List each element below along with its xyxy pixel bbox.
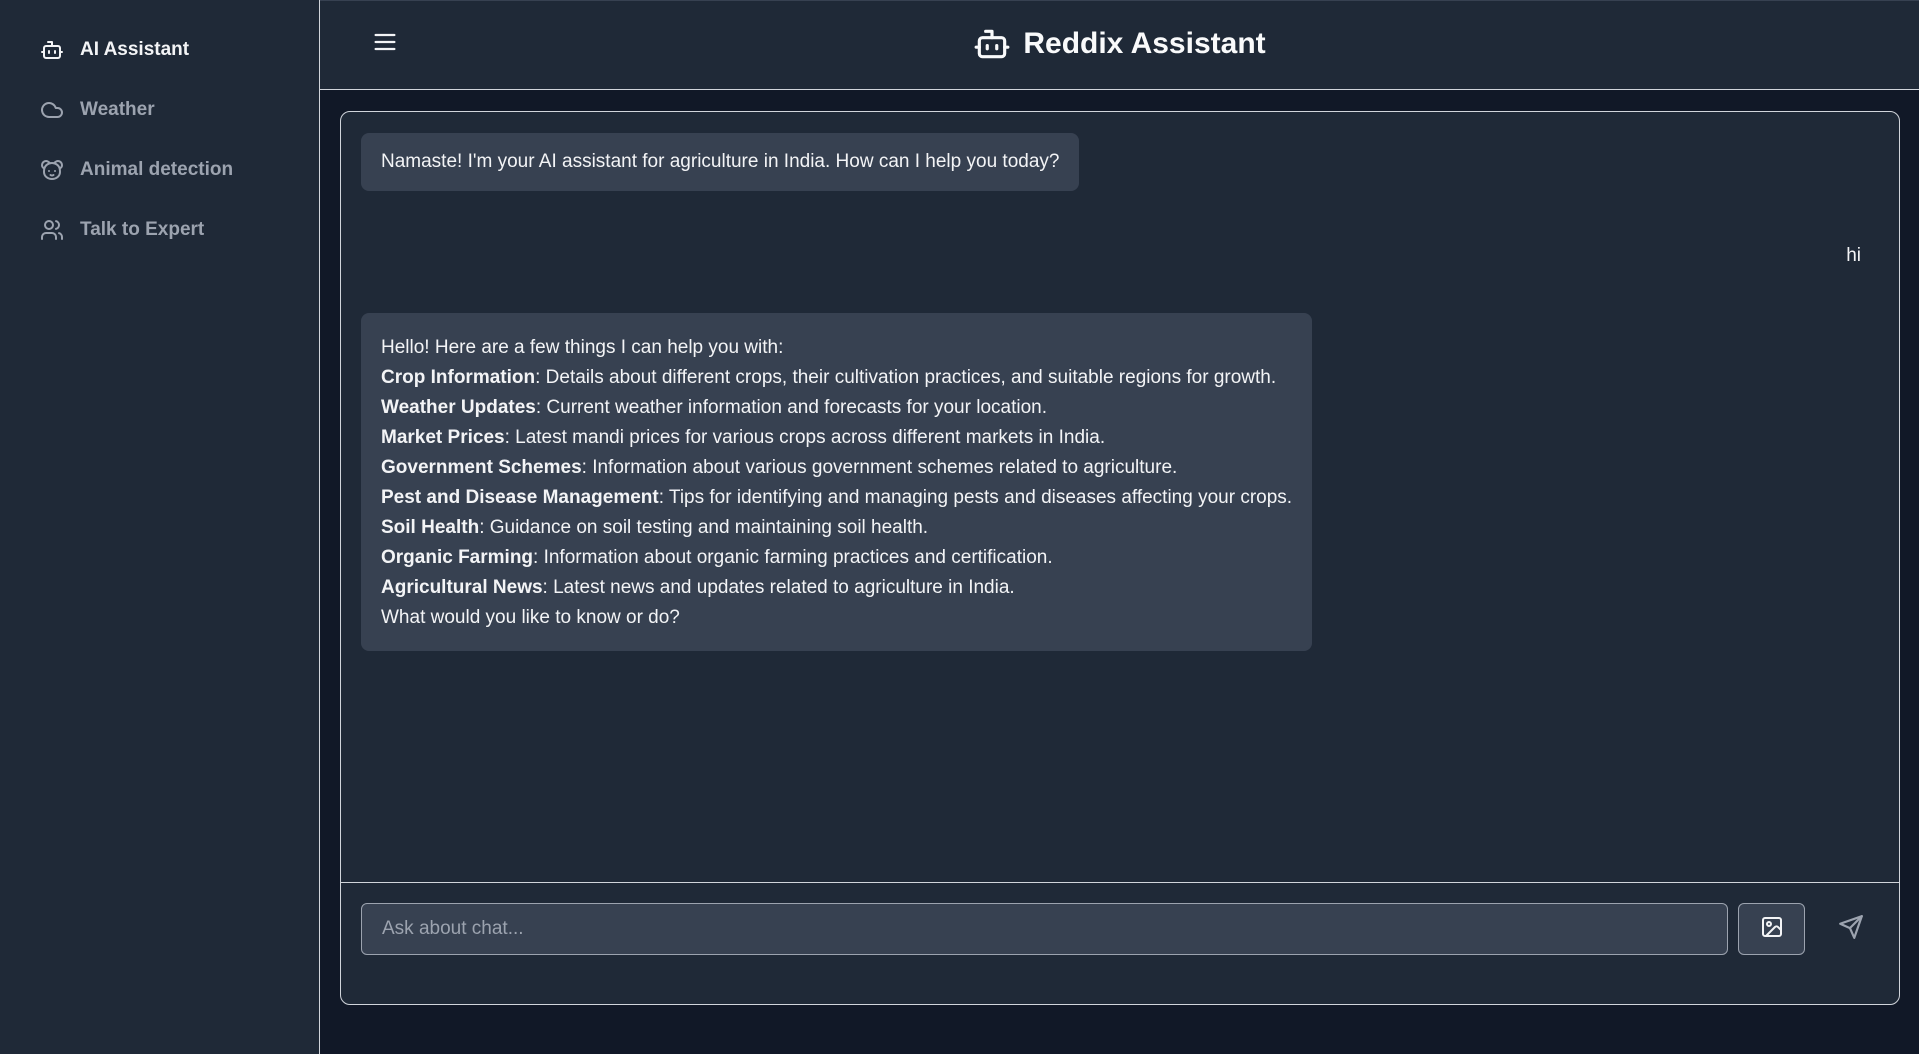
list-item-text: : Details about different crops, their c… bbox=[535, 367, 1277, 388]
send-icon bbox=[1838, 914, 1864, 945]
composer bbox=[341, 882, 1899, 1004]
sidebar-item-weather[interactable]: Weather bbox=[0, 90, 319, 130]
bot-icon bbox=[40, 38, 64, 62]
list-item-title: Weather Updates bbox=[381, 397, 536, 418]
list-item-title: Government Schemes bbox=[381, 457, 582, 478]
list-item-text: : Information about organic farming prac… bbox=[533, 547, 1053, 568]
reply-outro: What would you like to know or do? bbox=[381, 607, 680, 628]
page-title-text: Reddix Assistant bbox=[1023, 27, 1266, 60]
sidebar-item-label: Weather bbox=[80, 99, 155, 120]
image-icon bbox=[1760, 915, 1784, 944]
user-message: hi bbox=[1846, 245, 1861, 267]
top-header: Reddix Assistant bbox=[320, 0, 1919, 90]
list-item-title: Soil Health bbox=[381, 517, 480, 538]
chat-input[interactable] bbox=[361, 903, 1728, 955]
app-root: AI Assistant Weather Animal detection Ta… bbox=[0, 0, 1919, 1054]
sidebar: AI Assistant Weather Animal detection Ta… bbox=[0, 0, 320, 1054]
reply-intro: Hello! Here are a few things I can help … bbox=[381, 337, 784, 358]
assistant-message: Namaste! I'm your AI assistant for agric… bbox=[361, 133, 1080, 191]
list-item-text: : Information about various government s… bbox=[581, 457, 1178, 478]
list-item-title: Agricultural News bbox=[381, 577, 543, 598]
list-item: Government Schemes: Information about va… bbox=[381, 453, 1292, 483]
sidebar-item-animal-detection[interactable]: Animal detection bbox=[0, 150, 319, 190]
sidebar-item-label: Animal detection bbox=[80, 159, 234, 180]
upload-image-button[interactable] bbox=[1738, 903, 1805, 955]
assistant-message-text: Namaste! I'm your AI assistant for agric… bbox=[381, 151, 1060, 172]
list-item: Weather Updates: Current weather informa… bbox=[381, 393, 1292, 423]
cloud-icon bbox=[40, 98, 64, 122]
send-button[interactable] bbox=[1821, 903, 1881, 955]
bot-icon bbox=[973, 25, 1011, 63]
list-item-title: Market Prices bbox=[381, 427, 505, 448]
list-item-title: Crop Information bbox=[381, 367, 536, 388]
users-icon bbox=[40, 218, 64, 242]
chat-panel: Namaste! I'm your AI assistant for agric… bbox=[340, 111, 1900, 1005]
list-item-text: : Latest news and updates related to agr… bbox=[542, 577, 1015, 598]
animal-icon bbox=[40, 158, 64, 182]
list-item: Market Prices: Latest mandi prices for v… bbox=[381, 423, 1292, 453]
list-item: Crop Information: Details about differen… bbox=[381, 363, 1292, 393]
list-item-title: Pest and Disease Management bbox=[381, 487, 659, 508]
list-item-text: : Current weather information and foreca… bbox=[535, 397, 1047, 418]
assistant-message: Hello! Here are a few things I can help … bbox=[361, 313, 1313, 651]
list-item: Organic Farming: Information about organ… bbox=[381, 543, 1292, 573]
list-item-text: : Guidance on soil testing and maintaini… bbox=[479, 517, 929, 538]
page-title: Reddix Assistant bbox=[320, 25, 1919, 63]
message-list[interactable]: Namaste! I'm your AI assistant for agric… bbox=[341, 112, 1899, 882]
user-message-text: hi bbox=[1846, 245, 1861, 266]
list-item: Soil Health: Guidance on soil testing an… bbox=[381, 513, 1292, 543]
list-item-text: : Tips for identifying and managing pest… bbox=[658, 487, 1293, 508]
list-item-text: : Latest mandi prices for various crops … bbox=[504, 427, 1106, 448]
list-item: Agricultural News: Latest news and updat… bbox=[381, 573, 1292, 603]
sidebar-item-label: AI Assistant bbox=[80, 39, 190, 60]
list-item-title: Organic Farming bbox=[381, 547, 534, 568]
sidebar-item-ai-assistant[interactable]: AI Assistant bbox=[0, 30, 319, 70]
sidebar-item-talk-to-expert[interactable]: Talk to Expert bbox=[0, 210, 319, 250]
sidebar-item-label: Talk to Expert bbox=[80, 219, 205, 240]
list-item: Pest and Disease Management: Tips for id… bbox=[381, 483, 1292, 513]
